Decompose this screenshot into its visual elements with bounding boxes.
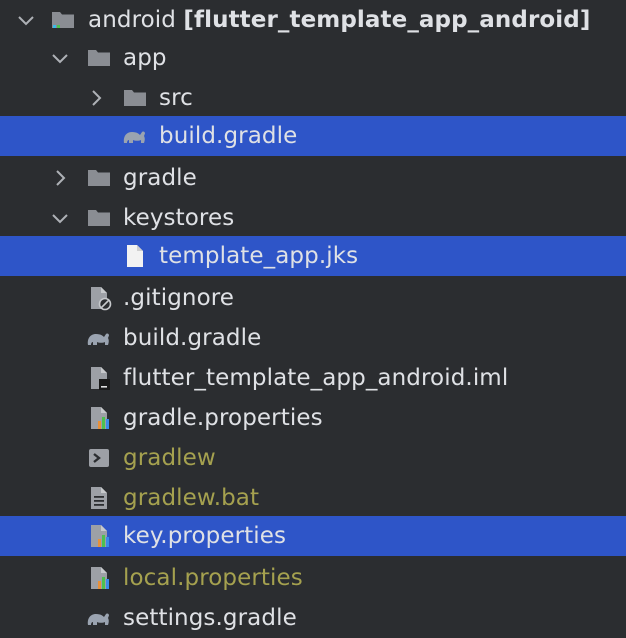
tree-node-label: app — [123, 45, 167, 71]
properties-file-icon — [86, 405, 112, 431]
folder-icon — [86, 205, 112, 231]
tree-node-label: template_app.jks — [159, 243, 359, 269]
file-icon — [122, 243, 148, 269]
tree-node-label: .gitignore — [123, 285, 235, 311]
folder-icon — [86, 165, 112, 191]
tree-node-build-gradle[interactable]: build.gradle — [0, 318, 626, 358]
root-folder-name: android — [88, 7, 176, 33]
tree-node-label: keystores — [123, 205, 235, 231]
project-tree: android [flutter_template_app_android] a… — [0, 0, 626, 634]
tree-node-label: gradle.properties — [123, 405, 323, 431]
tree-node-label: local.properties — [123, 565, 303, 591]
tree-node-keystores[interactable]: keystores — [0, 198, 626, 238]
tree-node-gitignore[interactable]: .gitignore — [0, 278, 626, 318]
tree-node-gradlew[interactable]: gradlew — [0, 438, 626, 478]
gradle-elephant-icon — [84, 325, 110, 351]
chevron-down-icon[interactable] — [50, 48, 70, 68]
folder-icon — [86, 45, 112, 71]
tree-node-label: key.properties — [123, 523, 287, 549]
tree-node-gradlew-bat[interactable]: gradlew.bat — [0, 478, 626, 518]
chevron-right-icon[interactable] — [50, 168, 70, 188]
iml-file-icon — [86, 365, 112, 391]
chevron-down-icon[interactable] — [50, 208, 70, 228]
properties-file-icon — [86, 523, 112, 549]
tree-node-label: flutter_template_app_android.iml — [123, 365, 509, 391]
tree-node-label: gradlew — [123, 445, 216, 471]
tree-node-android[interactable]: android [flutter_template_app_android] — [0, 0, 626, 40]
tree-node-label: build.gradle — [159, 123, 298, 149]
gradle-elephant-icon — [120, 123, 146, 149]
tree-node-label: gradlew.bat — [123, 485, 260, 511]
tree-node-label: gradle — [123, 165, 197, 191]
tree-node-key-properties[interactable]: key.properties — [0, 516, 626, 556]
tree-node-label: build.gradle — [123, 325, 262, 351]
tree-node-gradle[interactable]: gradle — [0, 158, 626, 198]
properties-file-icon — [86, 565, 112, 591]
chevron-down-icon[interactable] — [16, 10, 36, 30]
tree-node-label: src — [159, 85, 193, 111]
folder-icon — [122, 85, 148, 111]
tree-node-gradle-properties[interactable]: gradle.properties — [0, 398, 626, 438]
tree-node-iml[interactable]: flutter_template_app_android.iml — [0, 358, 626, 398]
chevron-right-icon[interactable] — [86, 88, 106, 108]
tree-node-local-properties[interactable]: local.properties — [0, 558, 626, 598]
tree-node-app[interactable]: app — [0, 38, 626, 78]
tree-node-label: settings.gradle — [123, 605, 297, 631]
tree-node-src[interactable]: src — [0, 78, 626, 118]
shell-script-icon — [86, 445, 112, 471]
tree-node-label: android [flutter_template_app_android] — [88, 0, 590, 40]
text-file-icon — [86, 485, 112, 511]
module-name: [flutter_template_app_android] — [183, 7, 591, 33]
tree-node-template-app-jks[interactable]: template_app.jks — [0, 236, 626, 276]
ignore-file-icon — [86, 285, 112, 311]
gradle-elephant-icon — [84, 605, 110, 631]
tree-node-app-build-gradle[interactable]: build.gradle — [0, 116, 626, 156]
tree-node-settings-gradle[interactable]: settings.gradle — [0, 598, 626, 638]
module-folder-icon — [50, 7, 76, 33]
